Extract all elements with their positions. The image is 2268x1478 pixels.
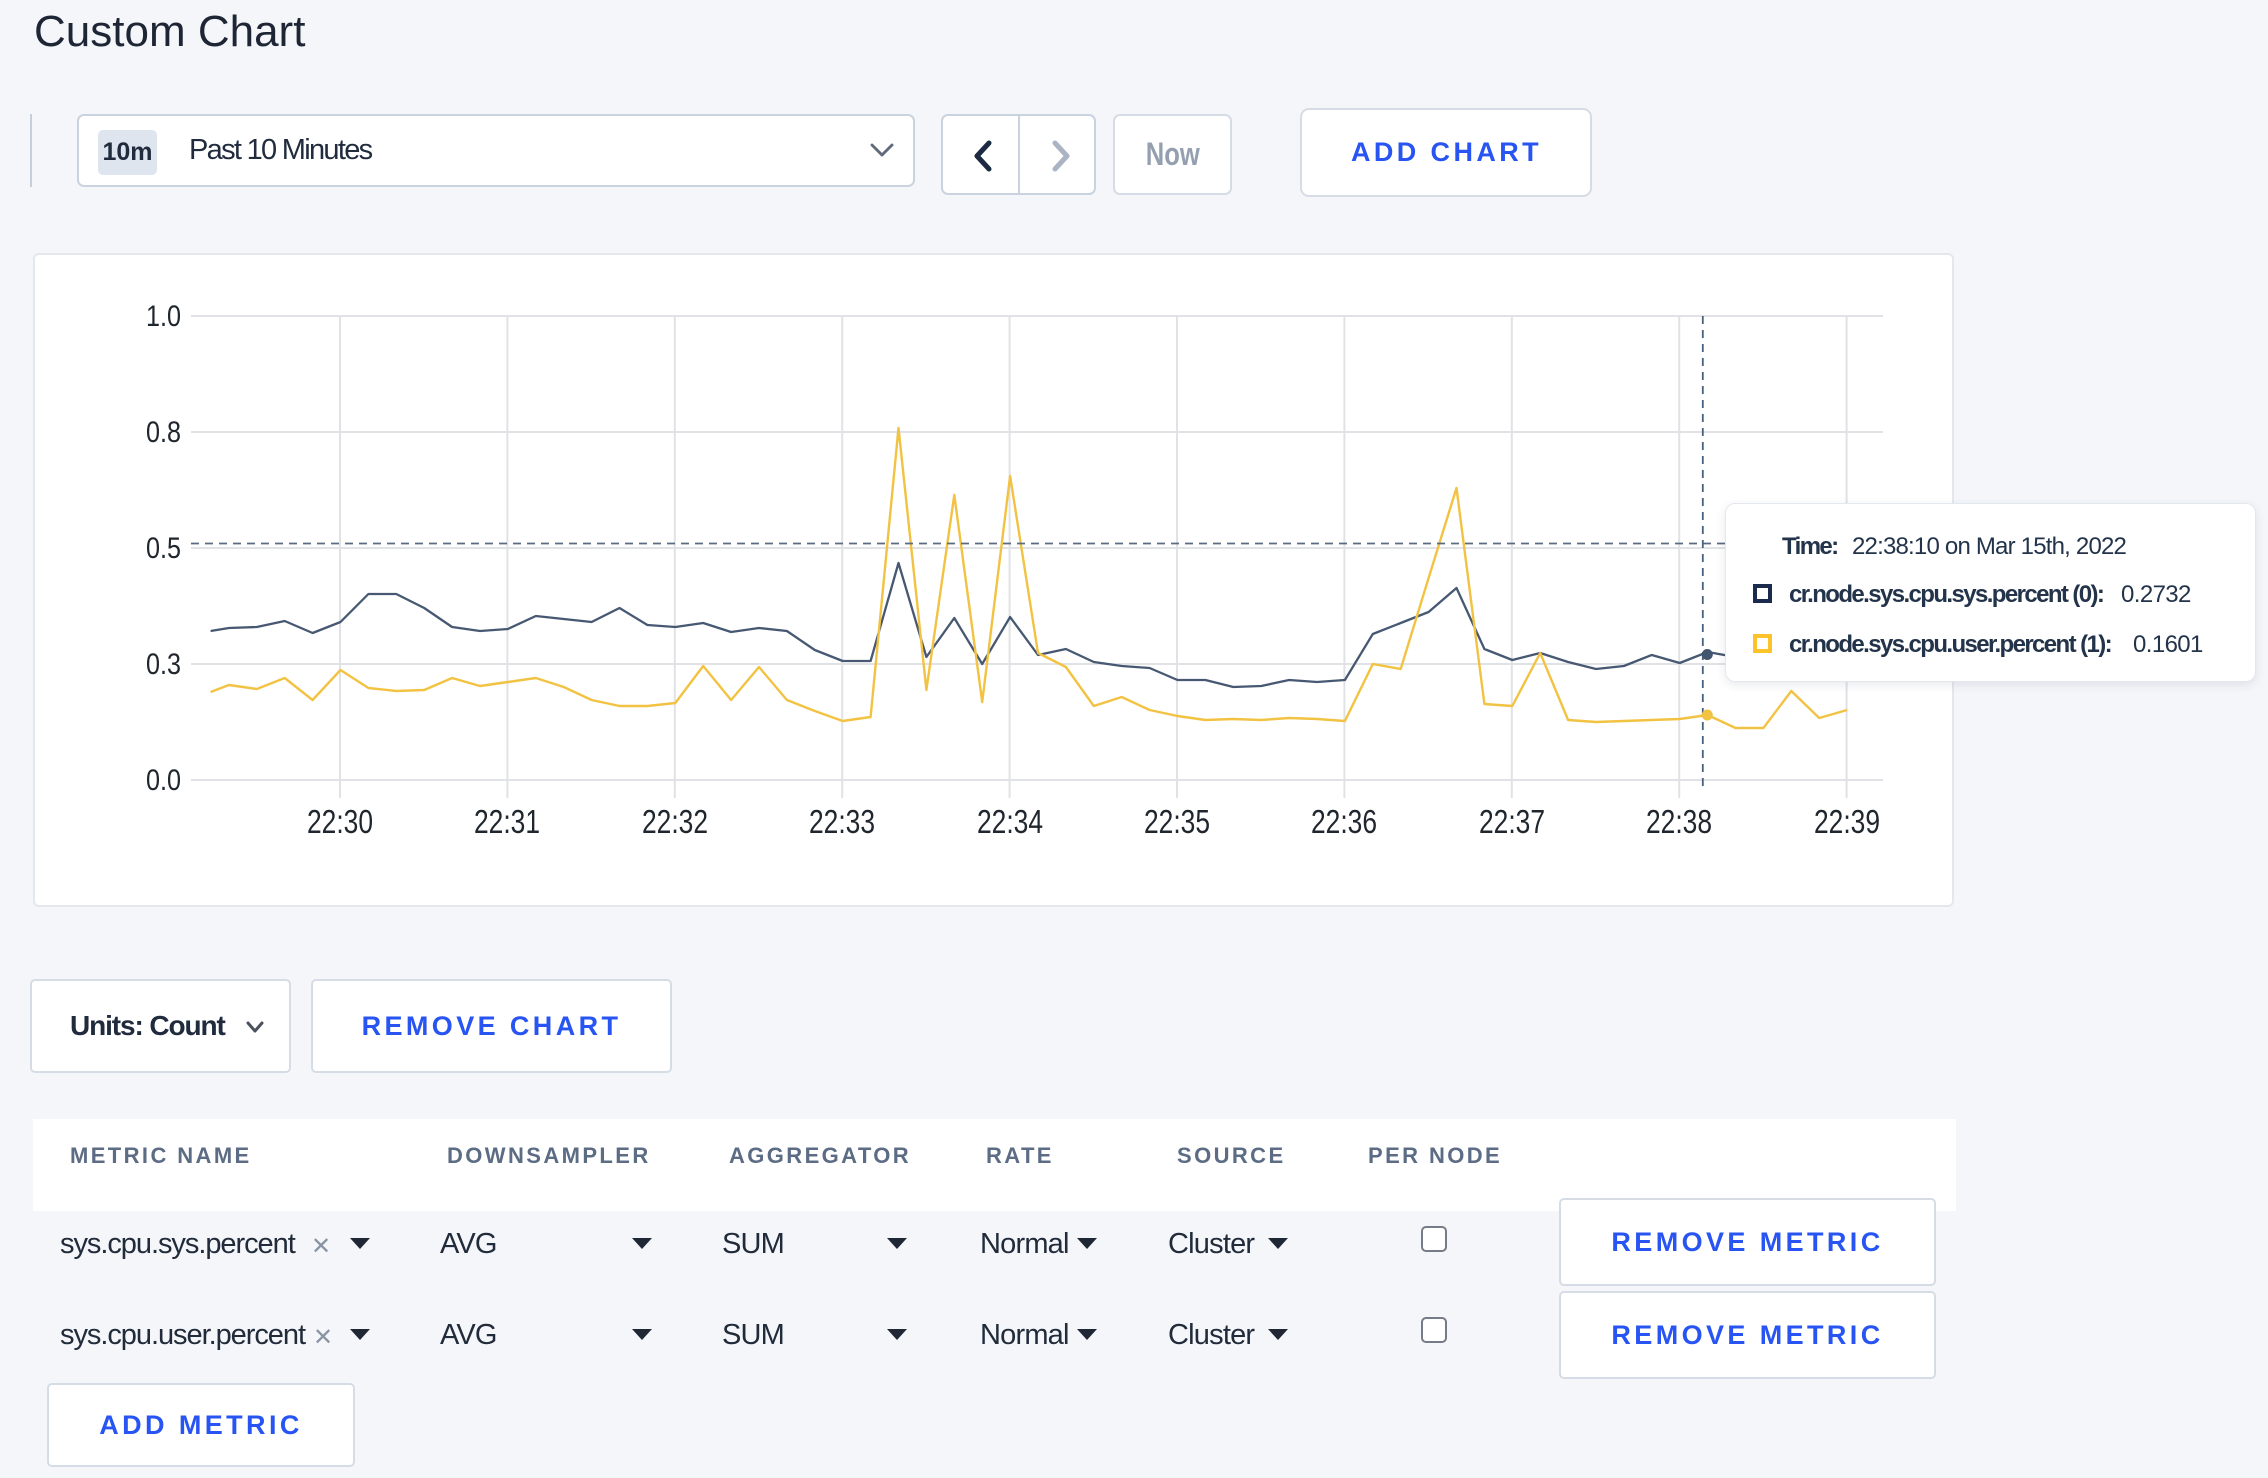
svg-text:0.5: 0.5 [146,532,181,565]
svg-text:0.0: 0.0 [146,764,181,797]
svg-text:22:36: 22:36 [1311,803,1377,840]
svg-text:22:35: 22:35 [1144,803,1210,840]
svg-text:22:33: 22:33 [809,803,875,840]
svg-text:22:37: 22:37 [1479,803,1545,840]
svg-text:0.8: 0.8 [146,416,181,449]
svg-text:22:38: 22:38 [1646,803,1712,840]
svg-text:22:39: 22:39 [1814,803,1880,840]
svg-text:22:34: 22:34 [977,803,1043,840]
svg-text:22:32: 22:32 [642,803,708,840]
svg-text:0.3: 0.3 [146,648,181,681]
svg-text:22:31: 22:31 [474,803,540,840]
svg-text:1.0: 1.0 [146,300,181,333]
svg-text:22:30: 22:30 [307,803,373,840]
